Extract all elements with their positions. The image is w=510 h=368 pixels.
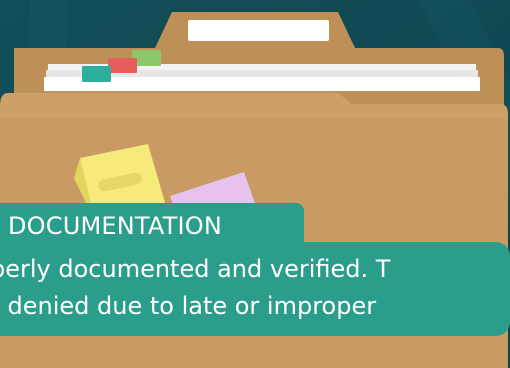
tab-teal bbox=[82, 66, 111, 82]
section-title: DOCUMENTATION bbox=[0, 203, 304, 249]
folder-label-slot bbox=[188, 20, 329, 41]
body-text-line-1: perly documented and verified. T bbox=[0, 255, 391, 283]
documentation-illustration: DOCUMENTATION perly documented and verif… bbox=[0, 0, 510, 368]
tab-red bbox=[108, 58, 137, 73]
body-text-line-2: r denied due to late or improper bbox=[0, 292, 377, 320]
